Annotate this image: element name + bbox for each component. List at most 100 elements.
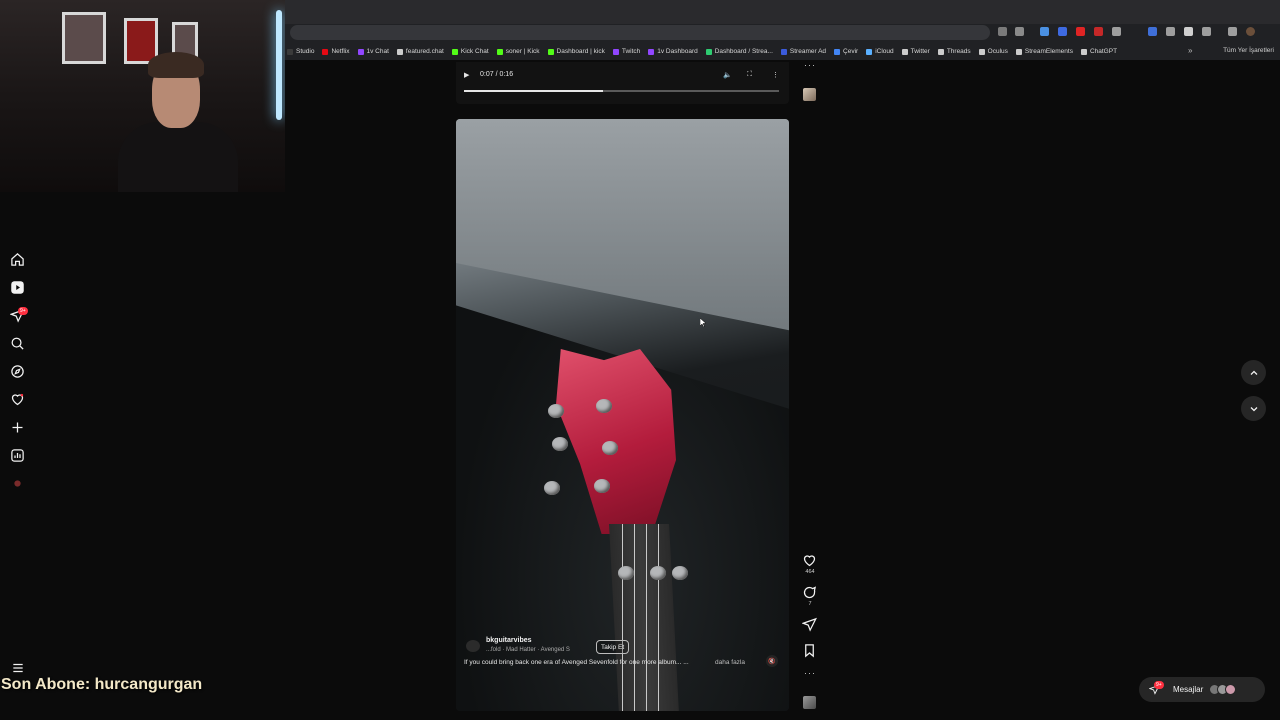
bookmark-item[interactable]: Twitch [612, 48, 641, 55]
menu-icon[interactable] [11, 661, 25, 675]
reel-video[interactable] [456, 119, 789, 711]
bookmark-label: featured.chat [405, 48, 444, 55]
bookmark-item[interactable]: Twitter [901, 48, 930, 55]
guitar-string [622, 524, 623, 711]
guitar-string [646, 524, 647, 711]
caption-more-link[interactable]: daha fazla [715, 659, 745, 666]
mouse-cursor-icon [700, 318, 706, 327]
bookmark-label: Dashboard | kick [556, 48, 605, 55]
extension-icon[interactable] [1112, 27, 1121, 36]
heart-icon[interactable] [10, 392, 25, 407]
profile-icon[interactable] [10, 476, 25, 491]
bookmark-favicon-icon [780, 48, 787, 55]
bookmark-item[interactable]: Studio [287, 48, 314, 55]
more-icon[interactable]: ··· [804, 668, 816, 678]
bookmark-favicon-icon [978, 48, 985, 55]
bookmark-item[interactable]: Netflix [322, 48, 350, 55]
profile-avatar[interactable] [1246, 27, 1255, 36]
bookmark-favicon-icon [901, 48, 908, 55]
creator-avatar[interactable] [466, 640, 480, 652]
comment-count: 7 [808, 601, 812, 607]
bookmark-item[interactable]: ChatGPT [1080, 48, 1117, 55]
wall-frame [62, 12, 106, 64]
bookmark-favicon-icon [1015, 48, 1022, 55]
video-progress-fill [464, 90, 603, 92]
bookmark-item[interactable]: soner | Kick [496, 48, 540, 55]
reels-icon[interactable] [10, 280, 25, 295]
audio-thumbnail[interactable] [803, 88, 816, 101]
bookmark-item[interactable]: Streamer Ad [780, 48, 827, 55]
bookmark-item[interactable]: Çevir [834, 48, 858, 55]
play-icon[interactable]: ▶ [464, 71, 469, 79]
home-icon[interactable] [10, 252, 25, 267]
bookmark-item[interactable]: Oculus [978, 48, 1008, 55]
bookmark-label: Streamer Ad [789, 48, 827, 55]
bookmark-label: StreamElements [1024, 48, 1073, 55]
bookmark-item[interactable]: iCloud [866, 48, 894, 55]
streamer-hair [148, 52, 204, 78]
extension-icon[interactable] [1094, 27, 1103, 36]
follow-button[interactable]: Takip Et [596, 640, 630, 654]
bookmark-item[interactable]: 1v Chat [357, 48, 389, 55]
tuning-peg [602, 441, 618, 455]
dashboard-icon[interactable] [10, 448, 25, 463]
bookmark-item[interactable]: 1v Dashboard [648, 48, 698, 55]
bookmark-item[interactable]: StreamElements [1015, 48, 1073, 55]
bookmark-item[interactable]: Dashboard | kick [547, 48, 605, 55]
save-icon[interactable] [802, 643, 817, 658]
bookmark-favicon-icon [612, 48, 619, 55]
bookmarks-overflow-icon[interactable]: » [1188, 46, 1192, 55]
bookmark-item[interactable]: featured.chat [396, 48, 444, 55]
puzzle-icon[interactable] [1202, 27, 1211, 36]
neon-light [276, 10, 282, 120]
address-bar[interactable] [290, 25, 990, 40]
bookmark-label: Studio [296, 48, 315, 55]
sidebar-toggle-icon[interactable] [1228, 27, 1237, 36]
extension-icon[interactable] [1148, 27, 1157, 36]
extension-icon[interactable] [1058, 27, 1067, 36]
explore-icon[interactable] [10, 364, 25, 379]
extension-icon[interactable] [1076, 27, 1085, 36]
like-icon[interactable] [802, 553, 817, 568]
extension-icon[interactable] [1184, 27, 1193, 36]
bookmark-favicon-icon [1080, 48, 1087, 55]
bookmark-favicon-icon [834, 48, 841, 55]
audio-thumbnail[interactable] [803, 696, 816, 709]
bookmark-label: Twitch [621, 48, 641, 55]
extension-icon[interactable] [1040, 27, 1049, 36]
audio-track[interactable]: ...fold · Mad Hatter · Avenged S [486, 647, 570, 653]
tuning-peg [552, 437, 568, 451]
all-bookmarks[interactable]: Tüm Yer İşaretleri [1223, 47, 1274, 54]
comment-icon[interactable] [802, 585, 817, 600]
next-reel-button[interactable] [1241, 396, 1266, 421]
previous-reel-button[interactable] [1241, 360, 1266, 385]
bookmark-label: Dashboard / Strea... [714, 48, 773, 55]
messages-badge: 9+ [1154, 681, 1164, 689]
webcam-overlay [0, 0, 285, 192]
creator-username[interactable]: bkguitarvibes [486, 637, 532, 644]
extension-icon[interactable] [1166, 27, 1175, 36]
more-options-icon[interactable]: ⋮ [772, 71, 779, 79]
volume-icon[interactable]: 🔈 [723, 71, 732, 79]
bookmark-favicon-icon [547, 48, 554, 55]
previous-reel-player[interactable] [456, 62, 789, 104]
video-progress-bar[interactable] [464, 90, 779, 92]
create-plus-icon[interactable] [10, 420, 25, 435]
bookmark-label: soner | Kick [505, 48, 540, 55]
bookmark-item[interactable]: Threads [937, 48, 971, 55]
install-icon[interactable] [998, 27, 1007, 36]
more-icon[interactable]: ··· [804, 60, 816, 70]
star-icon[interactable] [1015, 27, 1024, 36]
share-icon[interactable] [801, 617, 817, 632]
mute-icon[interactable]: 🔇 [766, 655, 778, 667]
fullscreen-icon[interactable]: ⛶ [747, 71, 752, 79]
bookmark-item[interactable]: Dashboard / Strea... [705, 48, 773, 55]
bookmark-favicon-icon [322, 48, 329, 55]
tuning-peg [548, 404, 564, 418]
bookmark-label: Threads [946, 48, 971, 55]
tuning-peg [672, 566, 688, 580]
bookmark-item[interactable]: Kick Chat [451, 48, 489, 55]
message-avatars [1209, 684, 1236, 695]
avatar [1225, 684, 1236, 695]
search-icon[interactable] [10, 336, 25, 351]
